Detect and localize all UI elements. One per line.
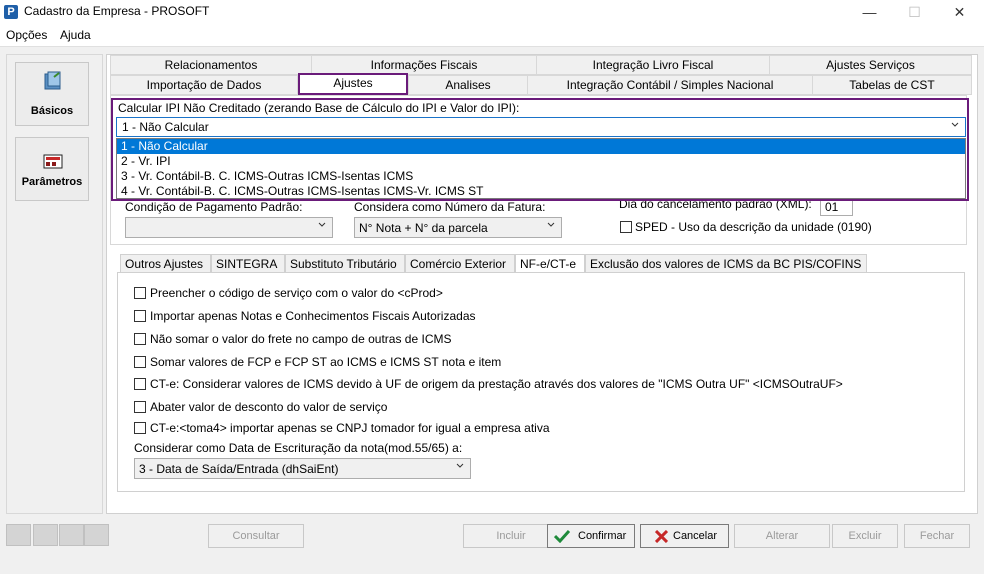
tab-outros-ajustes[interactable]: Outros Ajustes	[120, 254, 211, 273]
tab-sintegra[interactable]: SINTEGRA	[211, 254, 285, 273]
tab-integracao-livro-fiscal[interactable]: Integração Livro Fiscal	[536, 55, 770, 75]
confirmar-button[interactable]: Confirmar	[547, 524, 635, 548]
x-icon	[655, 530, 668, 543]
consultar-button[interactable]: Consultar	[208, 524, 304, 548]
minimize-button[interactable]: —	[847, 0, 892, 24]
data-escrituracao-select[interactable]: 3 - Data de Saída/Entrada (dhSaiEnt)	[134, 458, 471, 479]
chevron-down-icon	[547, 222, 555, 227]
parametros-label: Parâmetros	[21, 176, 83, 188]
num-fatura-label: Considera como Número da Fatura:	[354, 200, 546, 214]
check-icon	[554, 529, 570, 543]
checkbox[interactable]	[134, 356, 146, 368]
ipi-option-1[interactable]: 1 - Não Calcular	[117, 139, 965, 154]
data-escrituracao-label: Considerar como Data de Escrituração da …	[134, 441, 463, 455]
tab-exclusao-icms[interactable]: Exclusão dos valores de ICMS da BC PIS/C…	[585, 254, 867, 273]
sped-checkbox[interactable]	[620, 221, 632, 233]
confirmar-label: Confirmar	[578, 530, 627, 542]
ipi-option-3[interactable]: 3 - Vr. Contábil-B. C. ICMS-Outras ICMS-…	[117, 169, 965, 184]
ipi-options-list: 1 - Não Calcular 2 - Vr. IPI 3 - Vr. Con…	[116, 138, 966, 199]
ipi-option-2[interactable]: 2 - Vr. IPI	[117, 154, 965, 169]
incluir-button[interactable]: Incluir	[463, 524, 559, 548]
num-fatura-select[interactable]: N° Nota + N° da parcela	[354, 217, 562, 238]
checkbox[interactable]	[134, 333, 146, 345]
sped-label: SPED - Uso da descrição da unidade (0190…	[635, 220, 872, 234]
tab-tabelas-cst[interactable]: Tabelas de CST	[812, 75, 972, 95]
check-label: CT-e: Considerar valores de ICMS devido …	[150, 377, 843, 391]
menu-bar: Opções Ajuda	[0, 25, 984, 45]
tab-relacionamentos[interactable]: Relacionamentos	[110, 55, 312, 75]
ipi-option-4[interactable]: 4 - Vr. Contábil-B. C. ICMS-Outras ICMS-…	[117, 184, 965, 199]
status-box	[59, 524, 84, 546]
ipi-label: Calcular IPI Não Creditado (zerando Base…	[118, 101, 520, 115]
chevron-down-icon	[318, 222, 326, 227]
maximize-button[interactable]: ☐	[892, 0, 937, 24]
tab-analises[interactable]: Analises	[408, 75, 528, 95]
cond-pagamento-select[interactable]	[125, 217, 333, 238]
num-fatura-value: N° Nota + N° da parcela	[359, 221, 488, 235]
fechar-button[interactable]: Fechar	[904, 524, 970, 548]
tab-ajustes-servicos[interactable]: Ajustes Serviços	[769, 55, 972, 75]
ipi-select[interactable]: 1 - Não Calcular	[116, 117, 966, 137]
data-escrituracao-value: 3 - Data de Saída/Entrada (dhSaiEnt)	[139, 462, 339, 476]
menu-opcoes[interactable]: Opções	[6, 28, 47, 42]
check-label: Somar valores de FCP e FCP ST ao ICMS e …	[150, 355, 502, 369]
cancelar-button[interactable]: Cancelar	[640, 524, 729, 548]
parametros-icon	[43, 154, 63, 169]
alterar-button[interactable]: Alterar	[734, 524, 830, 548]
check-label: Preencher o código de serviço com o valo…	[150, 286, 443, 300]
ipi-selected-value: 1 - Não Calcular	[122, 120, 209, 134]
check-label: CT-e:<toma4> importar apenas se CNPJ tom…	[150, 421, 550, 435]
menu-ajuda[interactable]: Ajuda	[60, 28, 91, 42]
chevron-down-icon	[456, 463, 464, 468]
window-title: Cadastro da Empresa - PROSOFT	[24, 4, 210, 18]
checkbox[interactable]	[134, 401, 146, 413]
cond-pagamento-label: Condição de Pagamento Padrão:	[125, 200, 303, 214]
app-icon: P	[4, 5, 18, 19]
cancelar-label: Cancelar	[673, 530, 718, 542]
tab-comercio-exterior[interactable]: Comércio Exterior	[405, 254, 515, 273]
parametros-button[interactable]: Parâmetros	[15, 137, 89, 201]
close-button[interactable]: ✕	[937, 0, 982, 24]
chevron-down-icon	[951, 122, 959, 127]
check-label: Não somar o valor do frete no campo de o…	[150, 332, 452, 346]
checkbox[interactable]	[134, 378, 146, 390]
tab-nfe-cte[interactable]: NF-e/CT-e	[515, 254, 585, 274]
check-label: Abater valor de desconto do valor de ser…	[150, 400, 388, 414]
status-box	[33, 524, 58, 546]
tab-importacao-dados[interactable]: Importação de Dados	[110, 75, 298, 95]
status-box	[6, 524, 31, 546]
title-bar: P Cadastro da Empresa - PROSOFT — ☐ ✕	[0, 0, 984, 24]
tab-ajustes[interactable]: Ajustes	[298, 73, 408, 95]
excluir-button[interactable]: Excluir	[832, 524, 898, 548]
checkbox[interactable]	[134, 310, 146, 322]
checkbox[interactable]	[134, 422, 146, 434]
check-label: Importar apenas Notas e Conhecimentos Fi…	[150, 309, 476, 323]
checkbox[interactable]	[134, 287, 146, 299]
tab-integracao-contabil[interactable]: Integração Contábil / Simples Nacional	[527, 75, 813, 95]
tab-substituto-tributario[interactable]: Substituto Tributário	[285, 254, 405, 273]
tab-informacoes-fiscais[interactable]: Informações Fiscais	[311, 55, 537, 75]
status-box	[84, 524, 109, 546]
basicos-icon	[44, 71, 61, 90]
basicos-button[interactable]: Básicos	[15, 62, 89, 126]
basicos-label: Básicos	[30, 105, 74, 117]
